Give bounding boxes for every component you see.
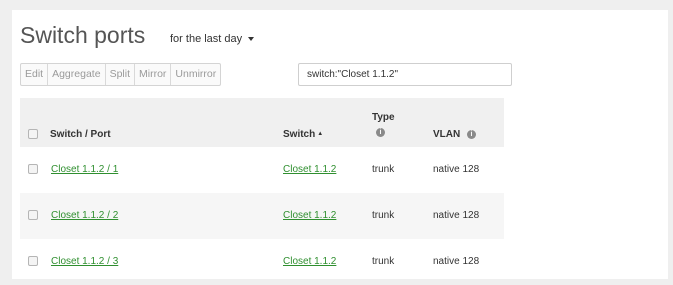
switch-link[interactable]: Closet 1.1.2 — [283, 210, 336, 221]
action-button-group: Edit Aggregate Split Mirror Unmirror — [20, 63, 222, 86]
caret-down-icon — [248, 37, 255, 42]
type-cell: trunk — [372, 164, 395, 175]
timespan-label: for the last day — [170, 33, 243, 45]
switch-link[interactable]: Closet 1.1.2 — [283, 164, 336, 175]
aggregate-button[interactable]: Aggregate — [48, 64, 106, 85]
port-link[interactable]: Closet 1.1.2 / 2 — [51, 210, 118, 221]
column-header-switch-port[interactable]: Switch / Port — [50, 129, 111, 140]
table-row: Closet 1.1.2 / 3 Closet 1.1.2 trunk nati… — [20, 239, 504, 285]
mirror-button[interactable]: Mirror — [135, 64, 172, 85]
select-all-checkbox[interactable] — [28, 129, 38, 139]
sort-ascending-icon: ▲ — [317, 131, 324, 137]
vlan-info-icon[interactable]: i — [467, 129, 477, 139]
content-panel: Switch ports for the last day Edit Aggre… — [12, 10, 668, 279]
vlan-cell: native 128 — [433, 210, 480, 221]
search-input[interactable] — [298, 63, 512, 86]
port-link[interactable]: Closet 1.1.2 / 3 — [51, 256, 118, 267]
table-header: Switch / Port Switch ▲ Type i VLAN i — [20, 98, 504, 147]
column-header-switch[interactable]: Switch ▲ — [283, 129, 323, 140]
vlan-cell: native 128 — [433, 256, 480, 267]
table-row: Closet 1.1.2 / 1 Closet 1.1.2 trunk nati… — [20, 147, 504, 193]
table-row: Closet 1.1.2 / 2 Closet 1.1.2 trunk nati… — [20, 193, 504, 239]
unmirror-button[interactable]: Unmirror — [171, 64, 220, 85]
type-info-icon[interactable]: i — [376, 128, 385, 137]
row-checkbox[interactable] — [28, 256, 38, 266]
column-header-type[interactable]: Type — [372, 112, 395, 123]
switch-link[interactable]: Closet 1.1.2 — [283, 256, 336, 267]
type-cell: trunk — [372, 256, 395, 267]
column-header-vlan[interactable]: VLAN i — [433, 129, 477, 140]
type-cell: trunk — [372, 210, 395, 221]
row-checkbox[interactable] — [28, 210, 38, 220]
page-title: Switch ports — [20, 22, 146, 48]
column-header-switch-label: Switch — [283, 129, 316, 140]
vlan-cell: native 128 — [433, 164, 480, 175]
port-link[interactable]: Closet 1.1.2 / 1 — [51, 164, 118, 175]
timespan-dropdown[interactable]: for the last day — [170, 33, 255, 45]
column-header-vlan-label: VLAN — [433, 129, 461, 140]
edit-button[interactable]: Edit — [21, 64, 49, 85]
switch-ports-table: Switch / Port Switch ▲ Type i VLAN i Clos… — [20, 98, 504, 285]
row-checkbox[interactable] — [28, 164, 38, 174]
split-button[interactable]: Split — [106, 64, 135, 85]
